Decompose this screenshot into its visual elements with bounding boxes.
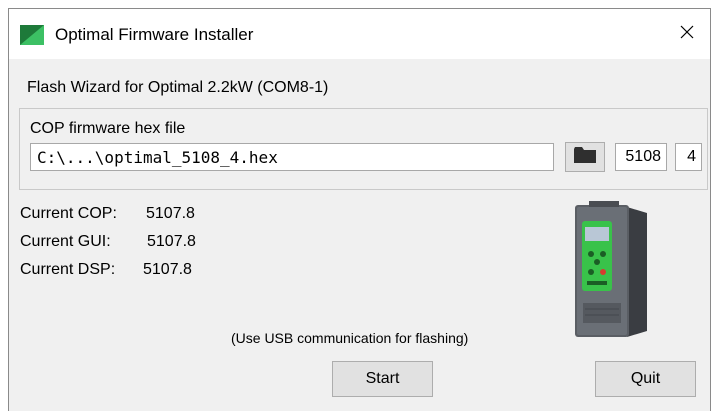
quit-button[interactable]: Quit bbox=[595, 361, 696, 397]
app-logo-icon bbox=[20, 25, 44, 45]
current-dsp-value: 5107.8 bbox=[143, 261, 192, 278]
firmware-group-label: COP firmware hex file bbox=[30, 120, 186, 137]
current-cop-row: Current COP: 5107.8 bbox=[20, 205, 195, 223]
current-cop-label: Current COP: bbox=[20, 205, 117, 222]
current-gui-row: Current GUI: 5107.8 bbox=[20, 233, 196, 251]
title-bar[interactable]: Optimal Firmware Installer bbox=[9, 9, 710, 59]
current-gui-label: Current GUI: bbox=[20, 233, 111, 250]
version-major-field[interactable] bbox=[615, 143, 667, 171]
current-gui-value: 5107.8 bbox=[147, 233, 196, 250]
installer-window: Optimal Firmware Installer Flash Wizard … bbox=[8, 8, 711, 411]
browse-folder-button[interactable] bbox=[565, 142, 605, 172]
version-minor-field[interactable] bbox=[675, 143, 702, 171]
close-button[interactable] bbox=[664, 9, 710, 59]
hex-file-path-field[interactable] bbox=[30, 143, 554, 171]
firmware-groupbox: COP firmware hex file bbox=[19, 108, 708, 190]
drive-device-image bbox=[569, 199, 653, 339]
folder-icon bbox=[573, 146, 597, 169]
window-title: Optimal Firmware Installer bbox=[55, 25, 254, 44]
current-dsp-label: Current DSP: bbox=[20, 261, 116, 278]
current-dsp-row: Current DSP: 5107.8 bbox=[20, 261, 192, 279]
usb-hint-note: (Use USB communication for flashing) bbox=[231, 330, 469, 346]
current-cop-value: 5107.8 bbox=[146, 205, 195, 222]
start-button[interactable]: Start bbox=[332, 361, 433, 397]
close-icon bbox=[679, 24, 695, 45]
wizard-heading: Flash Wizard for Optimal 2.2kW (COM8-1) bbox=[27, 79, 329, 96]
